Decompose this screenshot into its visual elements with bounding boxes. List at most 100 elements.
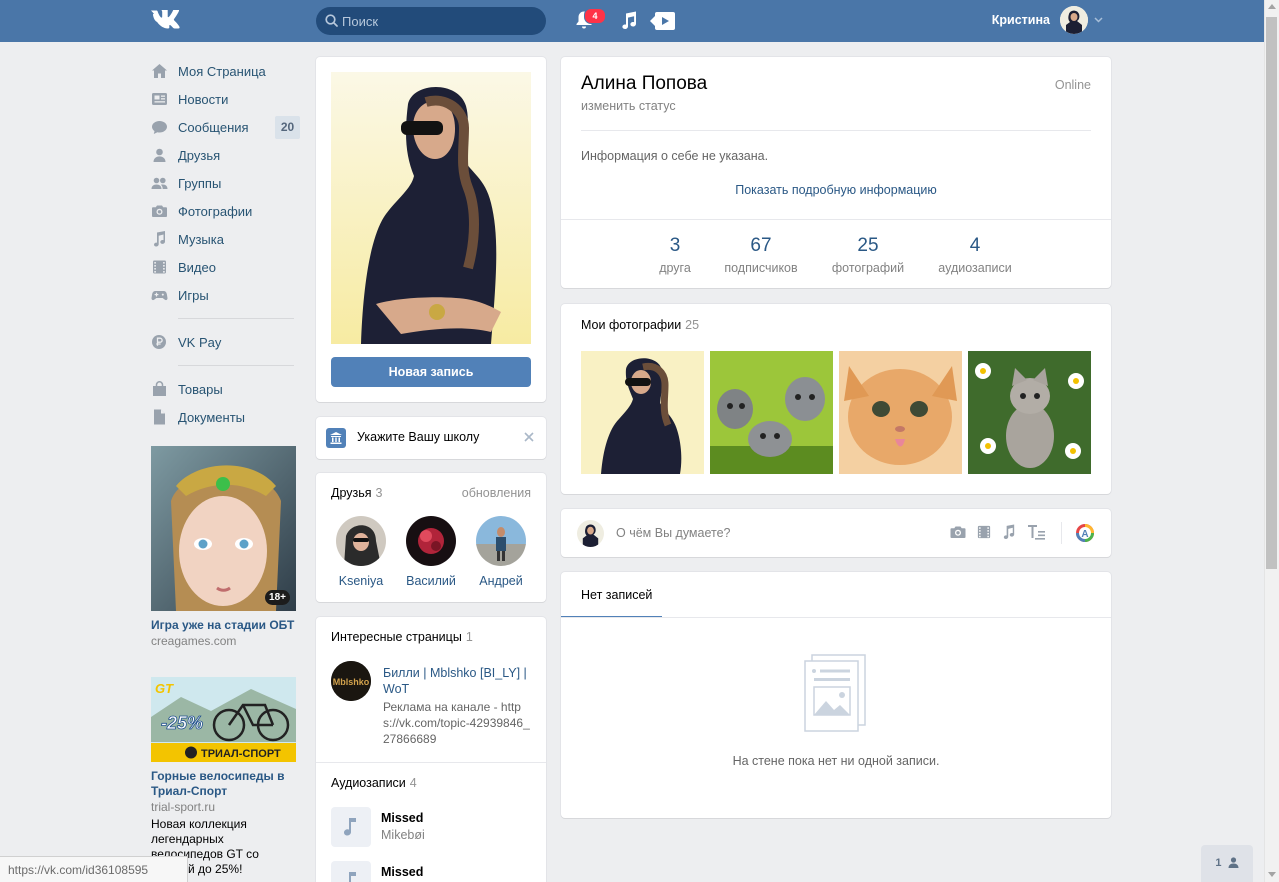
user-name[interactable]: Кристина (992, 13, 1050, 27)
photo-thumb[interactable] (710, 351, 833, 474)
nav-item-video[interactable]: Видео (151, 253, 301, 281)
video-play-icon[interactable] (650, 11, 676, 31)
ad-bikes[interactable]: GT -25% ТРИАЛ-СПОРТ Горные велосипеды в … (151, 677, 296, 877)
friend-item[interactable]: Андрей (471, 516, 531, 588)
ad-game-image[interactable]: 18+ (151, 446, 296, 611)
friend-avatar[interactable] (406, 516, 456, 566)
friend-item[interactable]: Kseniya (331, 516, 391, 588)
profile-photo-card: Новая запись (316, 57, 546, 402)
ad-domain[interactable]: trial-sport.ru (151, 799, 296, 815)
photo-thumb[interactable] (968, 351, 1091, 474)
counter-audio[interactable]: 4 аудиозаписи (930, 235, 1020, 275)
profile-info-card: Алина Попова изменить статус Online Инфо… (561, 57, 1111, 288)
pages-header[interactable]: Интересные страницы 1 (331, 630, 473, 644)
friend-avatar[interactable] (476, 516, 526, 566)
search-box[interactable] (316, 7, 546, 35)
vk-logo[interactable] (151, 8, 184, 33)
vkpay-icon (152, 335, 166, 349)
school-prompt-text[interactable]: Укажите Вашу школу (357, 430, 479, 444)
friend-avatar[interactable] (336, 516, 386, 566)
left-nav: Моя Страница Новости Сообщения 20 Друзья… (151, 57, 301, 431)
nav-item-documents[interactable]: Документы (151, 403, 301, 431)
friends-updates-link[interactable]: обновления (462, 486, 531, 500)
wall-card: Нет записей На стене пока нет ни одной з… (561, 572, 1111, 818)
nav-item-vkpay[interactable]: VK Pay (151, 328, 301, 356)
messages-count-badge: 20 (275, 116, 300, 139)
change-status-link[interactable]: изменить статус (581, 99, 676, 113)
online-users-count: 1 (1215, 857, 1222, 869)
scroll-down-arrow[interactable] (1268, 872, 1276, 877)
nav-item-my-page[interactable]: Моя Страница (151, 57, 301, 85)
nav-item-goods[interactable]: Товары (151, 375, 301, 403)
search-input[interactable] (342, 7, 538, 35)
tab-no-posts[interactable]: Нет записей (581, 588, 652, 602)
text-format-icon[interactable] (1027, 524, 1046, 540)
notification-badge: 4 (584, 8, 606, 24)
empty-wall-icon (804, 654, 866, 732)
nav-item-friends[interactable]: Друзья (151, 141, 301, 169)
counter-friends[interactable]: 3 друга (645, 235, 705, 275)
video-icon[interactable] (976, 524, 992, 540)
music-note-icon (344, 818, 356, 836)
close-icon[interactable] (524, 432, 534, 442)
music-icon[interactable] (620, 11, 638, 30)
about-text: Информация о себе не указана. (581, 149, 769, 163)
nav-item-music[interactable]: Музыка (151, 225, 301, 253)
divider (581, 130, 1091, 131)
friend-name[interactable]: Василий (401, 574, 461, 588)
top-bar: 4 Кристина (0, 0, 1264, 42)
nav-separator (178, 318, 294, 319)
nav-item-news[interactable]: Новости (151, 85, 301, 113)
nav-item-games[interactable]: Игры (151, 281, 301, 309)
ad-domain[interactable]: creagames.com (151, 633, 296, 649)
audio-cover[interactable] (331, 807, 371, 847)
divider (1061, 522, 1062, 544)
photo-thumb[interactable] (581, 351, 704, 474)
composer-input[interactable]: О чём Вы думаете? (616, 526, 731, 540)
scrollbar-thumb[interactable] (1266, 17, 1277, 569)
page-avatar[interactable]: Mblshko (331, 661, 371, 701)
music-note-icon[interactable] (1001, 524, 1017, 540)
page-name[interactable]: Билли | Mblshko [BI_LY] | WoT (383, 665, 533, 697)
nav-item-photos[interactable]: Фотографии (151, 197, 301, 225)
audio-cover[interactable] (331, 861, 371, 882)
friend-name[interactable]: Kseniya (331, 574, 391, 588)
chevron-down-icon[interactable] (1094, 17, 1103, 23)
video-icon (153, 260, 166, 274)
profile-photo[interactable] (331, 72, 531, 344)
audio-title[interactable]: Missed (381, 865, 423, 879)
ad-title[interactable]: Игра уже на стадии ОБТ (151, 618, 296, 633)
counter-photos[interactable]: 25 фотографий (823, 235, 913, 275)
ad-game[interactable]: 18+ Игра уже на стадии ОБТ creagames.com (151, 446, 296, 649)
audio-artist[interactable]: Mikebøi (381, 828, 425, 842)
art-palette-icon[interactable]: A (1075, 523, 1095, 543)
document-icon (154, 409, 165, 425)
friends-header[interactable]: Друзья 3 (331, 486, 383, 500)
user-avatar[interactable] (1060, 6, 1088, 34)
ad-title[interactable]: Горные велосипеды в Триал-Спорт (151, 769, 296, 799)
friends-icon (153, 148, 166, 162)
photo-thumb[interactable] (839, 351, 962, 474)
nav-separator (178, 365, 294, 366)
friend-item[interactable]: Василий (401, 516, 461, 588)
camera-icon[interactable] (949, 524, 967, 540)
show-more-info-link[interactable]: Показать подробную информацию (561, 183, 1111, 197)
news-icon (152, 93, 167, 105)
counter-followers[interactable]: 67 подписчиков (716, 235, 806, 275)
gamepad-icon (151, 291, 168, 301)
audio-title[interactable]: Missed (381, 811, 423, 825)
photos-header[interactable]: Мои фотографии 25 (581, 318, 699, 332)
audio-header[interactable]: Аудиозаписи 4 (331, 776, 417, 790)
new-post-button[interactable]: Новая запись (331, 357, 531, 387)
page-description: Реклама на канале - https://vk.com/topic… (383, 700, 530, 746)
ad-bikes-image[interactable]: GT -25% ТРИАЛ-СПОРТ (151, 677, 296, 762)
music-note-icon (154, 231, 165, 247)
page-avatar-text: Mblshko (333, 677, 370, 687)
friend-name[interactable]: Андрей (471, 574, 531, 588)
online-users-widget[interactable]: 1 (1201, 845, 1253, 882)
nav-item-groups[interactable]: Группы (151, 169, 301, 197)
scroll-up-arrow[interactable] (1268, 4, 1276, 9)
nav-item-messages[interactable]: Сообщения 20 (151, 113, 301, 141)
divider (316, 762, 546, 763)
pages-audio-card: Интересные страницы 1 Mblshko Билли | Mbl… (316, 617, 546, 882)
